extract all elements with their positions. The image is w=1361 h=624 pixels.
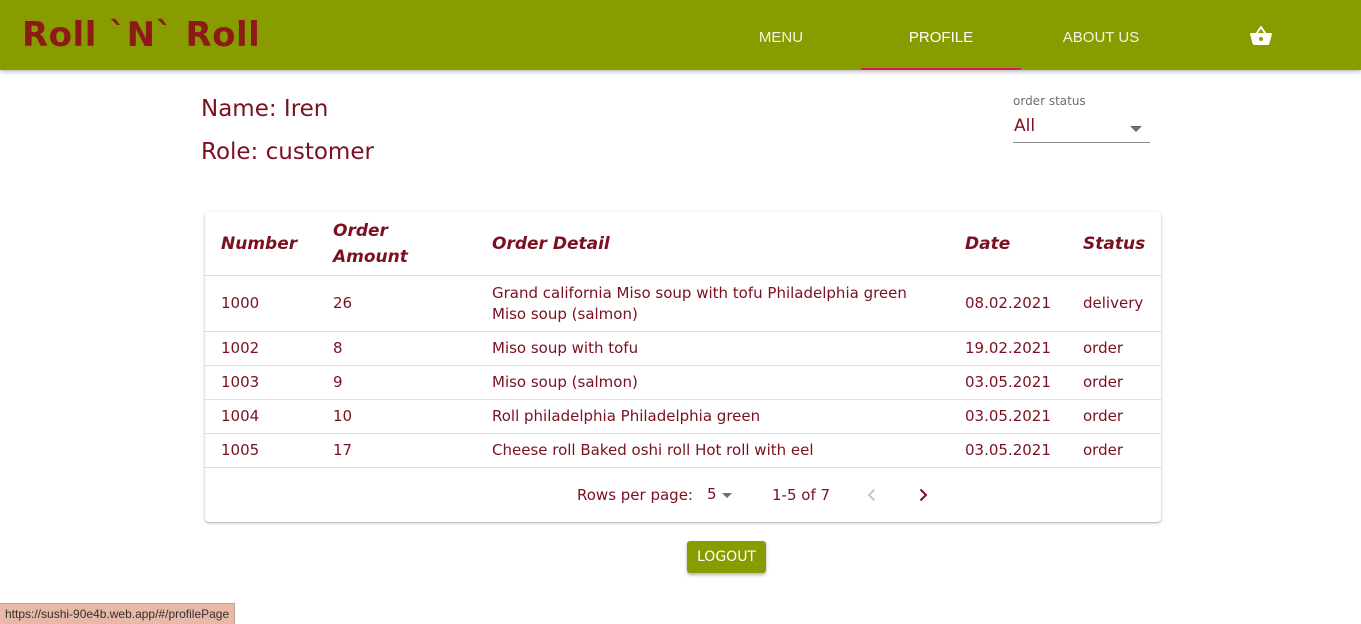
order-status-select[interactable]: All [1013, 112, 1150, 143]
table-row: 1002 8 Miso soup with tofu 19.02.2021 or… [205, 331, 1161, 366]
app-bar: Roll `N` Roll MENU PROFILE ABOUT US [0, 0, 1361, 70]
cell-date: 03.05.2021 [949, 433, 1067, 468]
tab-about-us[interactable]: ABOUT US [1021, 0, 1181, 70]
orders-table: Number Order Amount Order Detail Date St… [205, 212, 1161, 468]
table-row: 1004 10 Roll philadelphia Philadelphia g… [205, 399, 1161, 434]
cell-amount: 8 [317, 331, 476, 366]
profile-role: Role: customer [201, 139, 374, 165]
cell-status: order [1067, 399, 1161, 434]
cell-number: 1000 [205, 275, 317, 332]
next-page-button[interactable] [907, 479, 939, 511]
tab-about-us-label: ABOUT US [1062, 29, 1140, 46]
profile-name: Name: Iren [201, 96, 329, 122]
cell-amount: 26 [317, 275, 476, 332]
cell-date: 03.05.2021 [949, 365, 1067, 400]
cell-amount: 9 [317, 365, 476, 400]
cell-status: delivery [1067, 275, 1161, 332]
table-header-row: Number Order Amount Order Detail Date St… [205, 212, 1161, 276]
order-status-value: All [1014, 116, 1036, 136]
logout-button[interactable]: LOGOUT [687, 541, 766, 573]
cell-detail: Miso soup (salmon) [476, 365, 949, 400]
orders-table-card: Number Order Amount Order Detail Date St… [205, 212, 1161, 522]
table-row: 1000 26 Grand california Miso soup with … [205, 275, 1161, 332]
cell-detail: Cheese roll Baked oshi roll Hot roll wit… [476, 433, 949, 468]
cell-status: order [1067, 433, 1161, 468]
cell-detail: Miso soup with tofu [476, 331, 949, 366]
cell-date: 19.02.2021 [949, 331, 1067, 366]
table-row: 1005 17 Cheese roll Baked oshi roll Hot … [205, 433, 1161, 468]
active-tab-indicator [861, 68, 1021, 70]
tab-profile-label: PROFILE [908, 29, 974, 46]
cell-detail: Roll philadelphia Philadelphia green [476, 399, 949, 434]
column-header-order-amount: Order Amount [317, 212, 476, 276]
column-header-status: Status [1067, 212, 1161, 276]
logo[interactable]: Roll `N` Roll [22, 12, 260, 58]
order-status-filter: order status All [1013, 94, 1150, 144]
cell-date: 08.02.2021 [949, 275, 1067, 332]
cell-status: order [1067, 331, 1161, 366]
chevron-right-icon [919, 488, 928, 502]
tab-profile[interactable]: PROFILE [861, 0, 1021, 70]
chevron-left-icon [867, 488, 876, 502]
column-header-date: Date [949, 212, 1067, 276]
tab-menu-label: MENU [758, 29, 804, 46]
dropdown-arrow-icon [1130, 126, 1142, 132]
column-header-order-detail: Order Detail [476, 212, 949, 276]
table-row: 1003 9 Miso soup (salmon) 03.05.2021 ord… [205, 365, 1161, 400]
cell-status: order [1067, 365, 1161, 400]
rows-per-page-value: 5 [707, 485, 717, 503]
previous-page-button[interactable] [856, 479, 888, 511]
cell-number: 1003 [205, 365, 317, 400]
shopping-basket-icon [1250, 26, 1272, 45]
column-header-number: Number [205, 212, 317, 276]
rows-per-page-label: Rows per page: [577, 486, 693, 504]
cell-amount: 17 [317, 433, 476, 468]
cell-number: 1004 [205, 399, 317, 434]
rows-per-page-select[interactable]: 5 [701, 481, 737, 509]
tab-menu[interactable]: MENU [701, 0, 861, 70]
cell-date: 03.05.2021 [949, 399, 1067, 434]
cell-amount: 10 [317, 399, 476, 434]
dropdown-arrow-icon [722, 493, 732, 498]
cart-button[interactable] [1241, 16, 1281, 56]
order-status-label: order status [1013, 94, 1086, 108]
cell-detail: Grand california Miso soup with tofu Phi… [476, 275, 949, 332]
status-bar-url: https://sushi-90e4b.web.app/#/profilePag… [0, 603, 236, 624]
pagination-range: 1-5 of 7 [772, 486, 831, 504]
cell-number: 1002 [205, 331, 317, 366]
cell-number: 1005 [205, 433, 317, 468]
table-pagination: Rows per page: 5 1-5 of 7 [205, 469, 1161, 522]
